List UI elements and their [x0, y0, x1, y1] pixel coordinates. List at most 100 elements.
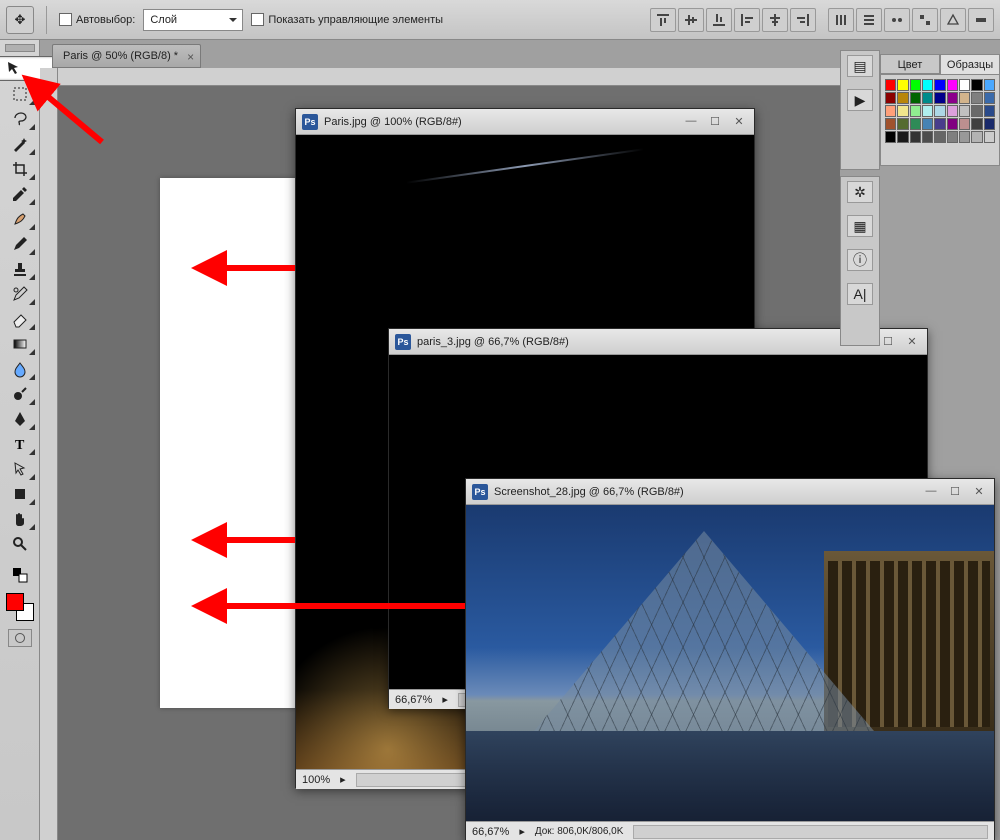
eraser-tool[interactable]: [4, 306, 36, 331]
distribute-2-icon[interactable]: [856, 8, 882, 32]
swatch[interactable]: [947, 131, 958, 143]
shape-tool[interactable]: [4, 481, 36, 506]
swatch[interactable]: [959, 131, 970, 143]
swatch[interactable]: [971, 79, 982, 91]
swatch[interactable]: [984, 118, 995, 130]
quick-mask-toggle[interactable]: [8, 629, 32, 647]
swatch[interactable]: [934, 92, 945, 104]
swatch[interactable]: [959, 105, 970, 117]
navigator-icon[interactable]: ✲: [847, 181, 873, 203]
swatch[interactable]: [934, 105, 945, 117]
default-colors-icon[interactable]: [4, 562, 36, 587]
tab-color[interactable]: Цвет: [880, 54, 940, 74]
swatch[interactable]: [922, 92, 933, 104]
swatch[interactable]: [959, 92, 970, 104]
swatch[interactable]: [934, 118, 945, 130]
histogram-icon[interactable]: ▦: [847, 215, 873, 237]
type-tool[interactable]: T: [4, 431, 36, 456]
swatch[interactable]: [910, 131, 921, 143]
swatch[interactable]: [984, 79, 995, 91]
distribute-4-icon[interactable]: [912, 8, 938, 32]
swatch[interactable]: [947, 118, 958, 130]
swatch[interactable]: [971, 105, 982, 117]
swatch[interactable]: [885, 105, 896, 117]
swatch[interactable]: [934, 131, 945, 143]
swatch[interactable]: [971, 92, 982, 104]
swatch[interactable]: [959, 118, 970, 130]
maximize-icon[interactable]: ☐: [946, 485, 964, 498]
document-tab[interactable]: Paris @ 50% (RGB/8) * ×: [52, 44, 201, 68]
swatch[interactable]: [922, 105, 933, 117]
swatch[interactable]: [910, 92, 921, 104]
swatch[interactable]: [934, 79, 945, 91]
foreground-color-swatch[interactable]: [6, 593, 24, 611]
history-brush-tool[interactable]: [4, 281, 36, 306]
show-transform-checkbox[interactable]: Показать управляющие элементы: [251, 13, 443, 26]
align-right-icon[interactable]: [790, 8, 816, 32]
swatch[interactable]: [984, 92, 995, 104]
stamp-tool[interactable]: [4, 256, 36, 281]
window-titlebar[interactable]: Ps Paris.jpg @ 100% (RGB/8#) — ☐ ✕: [296, 109, 754, 135]
path-selection-tool[interactable]: [4, 456, 36, 481]
swatch[interactable]: [984, 105, 995, 117]
swatch[interactable]: [910, 118, 921, 130]
minimize-icon[interactable]: —: [922, 485, 940, 498]
close-icon[interactable]: ✕: [903, 335, 921, 348]
distribute-3-icon[interactable]: [884, 8, 910, 32]
maximize-icon[interactable]: ☐: [706, 115, 724, 128]
status-icon[interactable]: ▸: [519, 825, 525, 838]
crop-tool[interactable]: [4, 156, 36, 181]
status-icon[interactable]: ▸: [442, 693, 448, 706]
blur-tool[interactable]: [4, 356, 36, 381]
swatch[interactable]: [959, 79, 970, 91]
swatch[interactable]: [885, 79, 896, 91]
window-titlebar[interactable]: Ps Screenshot_28.jpg @ 66,7% (RGB/8#) — …: [466, 479, 994, 505]
swatch[interactable]: [947, 92, 958, 104]
wand-tool[interactable]: [4, 131, 36, 156]
distribute-5-icon[interactable]: [940, 8, 966, 32]
auto-select-dropdown[interactable]: Слой: [143, 9, 243, 31]
swatch[interactable]: [885, 131, 896, 143]
arrow-icon[interactable]: ▶: [847, 89, 873, 111]
swatch[interactable]: [885, 92, 896, 104]
image-window-screenshot28[interactable]: Ps Screenshot_28.jpg @ 66,7% (RGB/8#) — …: [465, 478, 995, 840]
zoom-tool[interactable]: [4, 531, 36, 556]
healing-brush-tool[interactable]: [4, 206, 36, 231]
pen-tool[interactable]: [4, 406, 36, 431]
info-icon[interactable]: ⓘ: [847, 249, 873, 271]
align-vcenter-icon[interactable]: [678, 8, 704, 32]
swatch[interactable]: [922, 79, 933, 91]
distribute-1-icon[interactable]: [828, 8, 854, 32]
close-icon[interactable]: ✕: [970, 485, 988, 498]
maximize-icon[interactable]: ☐: [879, 335, 897, 348]
swatch[interactable]: [897, 79, 908, 91]
hand-tool[interactable]: [4, 506, 36, 531]
swatch[interactable]: [910, 105, 921, 117]
scrollbar[interactable]: [633, 825, 988, 839]
auto-select-checkbox[interactable]: Автовыбор:: [59, 13, 135, 26]
layers-icon[interactable]: ▤: [847, 55, 873, 77]
swatch[interactable]: [922, 118, 933, 130]
swatch[interactable]: [897, 131, 908, 143]
align-bottom-icon[interactable]: [706, 8, 732, 32]
swatch[interactable]: [947, 79, 958, 91]
swatch[interactable]: [922, 131, 933, 143]
eyedropper-tool[interactable]: [4, 181, 36, 206]
lasso-tool[interactable]: [4, 106, 36, 131]
status-icon[interactable]: ▸: [340, 773, 346, 786]
swatch[interactable]: [984, 131, 995, 143]
minimize-icon[interactable]: —: [682, 115, 700, 128]
close-icon[interactable]: ✕: [730, 115, 748, 128]
tab-swatches[interactable]: Образцы: [940, 54, 1000, 74]
swatch[interactable]: [885, 118, 896, 130]
panel-grip[interactable]: [5, 44, 35, 52]
swatch[interactable]: [971, 131, 982, 143]
character-icon[interactable]: A|: [847, 283, 873, 305]
distribute-6-icon[interactable]: [968, 8, 994, 32]
color-swatches[interactable]: [4, 591, 36, 623]
swatch[interactable]: [910, 79, 921, 91]
marquee-tool[interactable]: [4, 81, 36, 106]
close-tab-icon[interactable]: ×: [187, 50, 194, 64]
swatch[interactable]: [897, 105, 908, 117]
dodge-tool[interactable]: [4, 381, 36, 406]
